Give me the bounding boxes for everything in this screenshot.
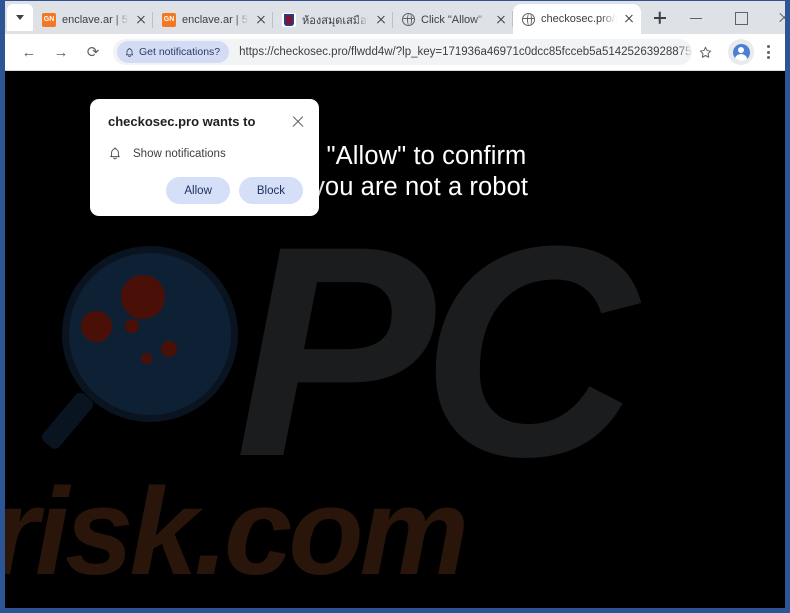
pcrisk-watermark-top: PC	[235, 183, 638, 519]
gn-favicon: GN	[162, 12, 176, 27]
tab-close-icon[interactable]	[621, 11, 637, 27]
permission-actions: Allow Block	[90, 161, 319, 204]
magnifier-lens	[69, 253, 231, 415]
back-icon[interactable]: ←	[15, 38, 43, 66]
get-notifications-label: Get notifications?	[139, 46, 221, 58]
permission-option-row: Show notifications	[90, 131, 319, 161]
tab-close-icon[interactable]	[253, 12, 269, 28]
browser-tab-2[interactable]: GN enclave.ar | 522: C	[152, 5, 273, 34]
menu-dot	[766, 55, 770, 59]
reload-icon[interactable]: ⟳	[79, 38, 107, 66]
three-dot-menu-icon[interactable]	[757, 39, 779, 65]
germ-dot	[141, 353, 152, 364]
new-tab-button[interactable]	[646, 4, 674, 32]
globe-favicon	[522, 12, 535, 26]
bookmark-star-icon[interactable]	[692, 39, 718, 65]
pcrisk-watermark-bottom: risk.com	[5, 464, 469, 601]
bell-icon	[110, 147, 120, 160]
chevron-down-icon	[16, 15, 24, 20]
maximize-button[interactable]	[718, 1, 762, 34]
browser-tab-4[interactable]: Click "Allow"	[392, 5, 513, 34]
tab-strip: GN enclave.ar | 522: C GN enclave.ar | 5…	[5, 1, 785, 34]
germ-dot	[161, 341, 177, 357]
star-icon	[699, 46, 711, 58]
get-notifications-chip[interactable]: Get notifications?	[117, 41, 230, 63]
close-icon[interactable]	[289, 113, 307, 131]
tab-title: checkosec.pro/flw	[541, 13, 617, 25]
browser-toolbar: ← → ⟳ Get notifications? https://checkos…	[5, 34, 785, 71]
minimize-button[interactable]	[674, 1, 718, 34]
address-bar[interactable]: Get notifications? https://checkosec.pro…	[113, 39, 692, 65]
tab-title: ห้องสมุดเสมือนพระนั	[302, 14, 369, 27]
browser-window: GN enclave.ar | 522: C GN enclave.ar | 5…	[4, 0, 786, 609]
tab-close-icon[interactable]	[133, 12, 149, 28]
tab-title: Click "Allow"	[421, 13, 482, 26]
permission-header: checkosec.pro wants to	[90, 113, 319, 131]
permission-option-label: Show notifications	[133, 147, 226, 160]
browser-tab-1[interactable]: GN enclave.ar | 522: C	[33, 5, 153, 34]
url-text[interactable]: https://checkosec.pro/flwdd4w/?lp_key=17…	[229, 46, 692, 58]
gn-favicon: GN	[42, 12, 56, 27]
tab-search-button[interactable]	[7, 4, 33, 31]
menu-dot	[766, 50, 770, 54]
page-content: PC risk.com Click "Allow" to confirm tha…	[5, 71, 785, 608]
profile-button[interactable]	[728, 39, 754, 65]
magnifier-graphic	[39, 249, 263, 464]
block-button[interactable]: Block	[238, 177, 303, 204]
forward-icon[interactable]: →	[47, 38, 75, 66]
menu-dot	[766, 45, 770, 49]
bell-icon	[125, 47, 134, 57]
notification-permission-dialog: checkosec.pro wants to Show notification…	[90, 99, 319, 216]
permission-title: checkosec.pro wants to	[108, 114, 256, 129]
tab-title: enclave.ar | 522: C	[182, 13, 249, 26]
allow-button[interactable]: Allow	[166, 177, 230, 204]
tab-title: enclave.ar | 522: C	[62, 13, 129, 26]
window-controls	[674, 1, 785, 34]
avatar	[732, 43, 750, 61]
browser-tab-5-active[interactable]: checkosec.pro/flw	[512, 4, 641, 34]
germ-dot	[81, 311, 112, 342]
germ-dot	[125, 319, 139, 333]
close-window-button[interactable]	[762, 1, 785, 34]
globe-favicon	[402, 13, 415, 26]
magnifier-handle	[39, 390, 96, 452]
tab-close-icon[interactable]	[493, 12, 509, 28]
browser-tab-3[interactable]: ห้องสมุดเสมือนพระนั	[272, 5, 393, 34]
thai-site-favicon	[282, 12, 296, 27]
germ-dot	[121, 275, 165, 319]
tab-close-icon[interactable]	[373, 12, 389, 28]
